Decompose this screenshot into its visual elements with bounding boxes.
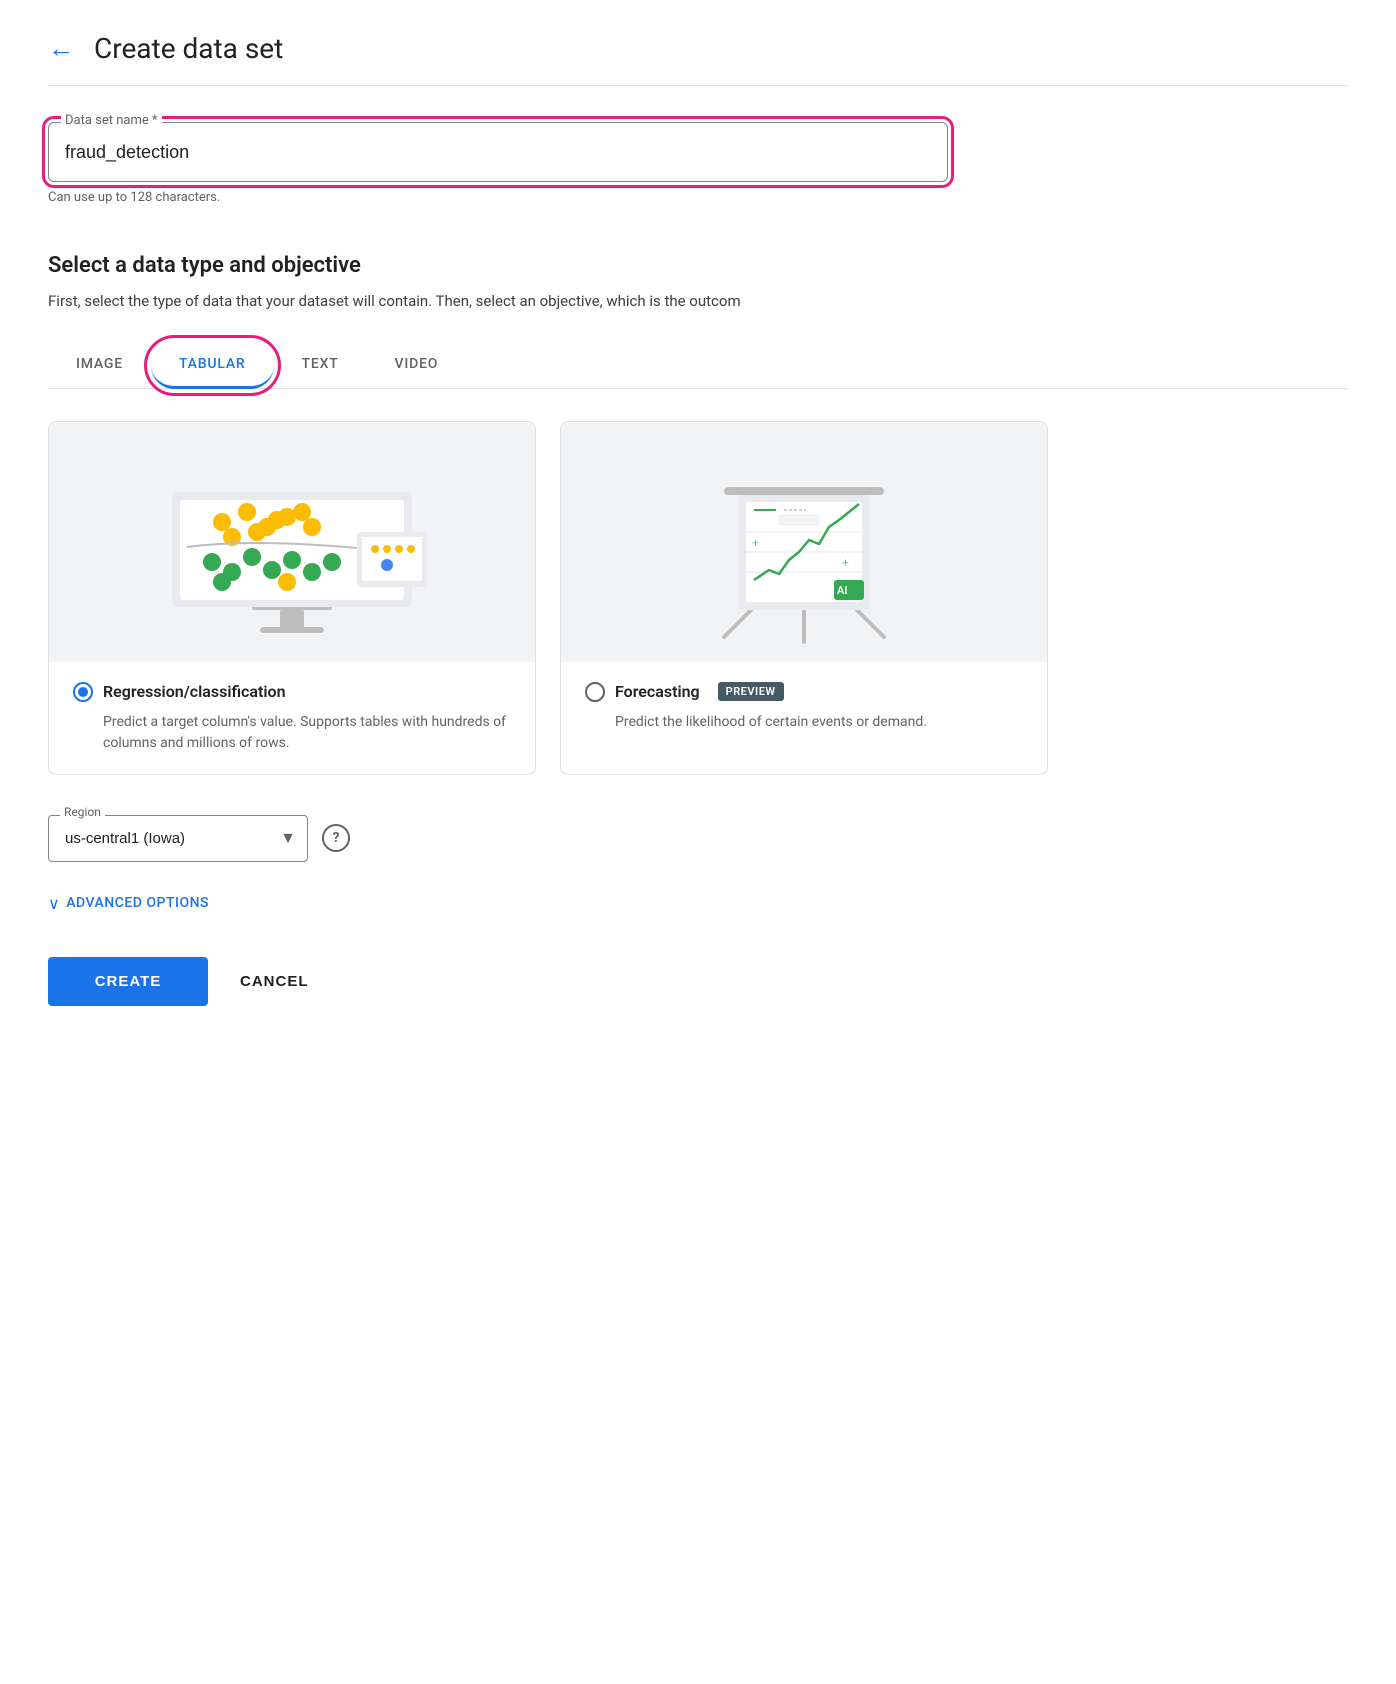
- dataset-name-hint: Can use up to 128 characters.: [48, 190, 948, 205]
- region-select[interactable]: us-central1 (Iowa) us-east1 europe-west1…: [48, 815, 308, 862]
- objective-cards: Regression/classification Predict a targ…: [48, 421, 1048, 775]
- card-forecasting-body: Forecasting PREVIEW Predict the likeliho…: [561, 662, 1047, 753]
- forecasting-description: Predict the likelihood of certain events…: [615, 712, 1023, 733]
- svg-text:+: +: [842, 556, 849, 570]
- dataset-name-label: Data set name *: [61, 113, 162, 128]
- region-label: Region: [60, 805, 105, 819]
- svg-text:AI: AI: [837, 584, 848, 597]
- forecasting-illustration: + + AI: [624, 432, 984, 652]
- tab-tabular[interactable]: TABULAR: [151, 342, 274, 389]
- regression-description: Predict a target column's value. Support…: [103, 712, 511, 754]
- forecasting-preview-badge: PREVIEW: [718, 682, 784, 701]
- card-forecasting-image: + + AI: [561, 422, 1047, 662]
- region-help-icon[interactable]: ?: [322, 824, 350, 852]
- regression-illustration: [112, 432, 472, 652]
- regression-radio[interactable]: [73, 682, 93, 702]
- page-header: ← Create data set: [48, 32, 1348, 86]
- advanced-options-section: ∨ ADVANCED OPTIONS: [48, 894, 1348, 913]
- card-regression-image: [49, 422, 535, 662]
- cancel-button[interactable]: CANCEL: [232, 957, 317, 1006]
- forecasting-option: Forecasting PREVIEW: [585, 682, 1023, 702]
- tab-text[interactable]: TEXT: [274, 342, 367, 389]
- create-button[interactable]: CREATE: [48, 957, 208, 1006]
- card-regression[interactable]: Regression/classification Predict a targ…: [48, 421, 536, 775]
- region-section: Region us-central1 (Iowa) us-east1 europ…: [48, 815, 1348, 862]
- dataset-name-field-wrapper: Data set name *: [48, 122, 948, 182]
- regression-option: Regression/classification: [73, 682, 511, 702]
- objective-description: First, select the type of data that your…: [48, 290, 1348, 313]
- forecasting-title: Forecasting: [615, 682, 700, 701]
- back-button[interactable]: ←: [48, 33, 74, 64]
- advanced-options-toggle[interactable]: ∨ ADVANCED OPTIONS: [48, 894, 1348, 913]
- svg-text:+: +: [752, 536, 759, 550]
- regression-title: Regression/classification: [103, 682, 286, 701]
- region-dropdown-wrapper: Region us-central1 (Iowa) us-east1 europ…: [48, 815, 308, 862]
- data-type-tabs: IMAGE TABULAR TEXT VIDEO: [48, 341, 1348, 389]
- advanced-options-label: ADVANCED OPTIONS: [66, 895, 209, 911]
- page-title: Create data set: [94, 32, 283, 65]
- actions-section: CREATE CANCEL: [48, 949, 1348, 1006]
- chevron-down-icon: ∨: [48, 894, 60, 913]
- dataset-name-section: Data set name * Can use up to 128 charac…: [48, 122, 948, 205]
- forecasting-radio[interactable]: [585, 682, 605, 702]
- dataset-name-input[interactable]: [65, 142, 931, 163]
- card-forecasting[interactable]: + + AI Forecasting PREVIEW Predict the l…: [560, 421, 1048, 775]
- objective-title: Select a data type and objective: [48, 253, 1348, 278]
- objective-section-header: Select a data type and objective First, …: [48, 253, 1348, 313]
- tab-video[interactable]: VIDEO: [367, 342, 467, 389]
- card-regression-body: Regression/classification Predict a targ…: [49, 662, 535, 774]
- tab-image[interactable]: IMAGE: [48, 342, 151, 389]
